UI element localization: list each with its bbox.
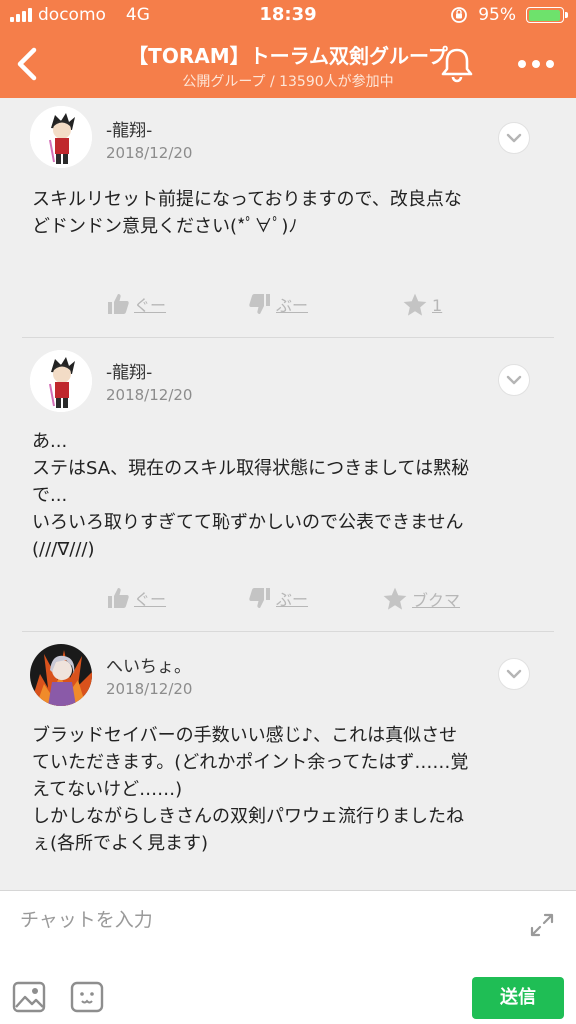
like-label: ぐー (134, 296, 167, 315)
thumbs-down-icon (249, 588, 270, 608)
top-bar: docomo 4G 18:39 95% 【TORAM】トーラム双剣グループ 公開… (0, 0, 576, 98)
post-date: 2018/12/20 (106, 386, 193, 404)
bookmark-button[interactable]: ブクマ (382, 586, 460, 612)
chat-composer: チャットを入力 送信 (0, 890, 576, 1024)
chevron-down-icon (506, 375, 522, 385)
send-button[interactable]: 送信 (472, 977, 564, 1019)
more-menu-button[interactable] (518, 60, 554, 68)
post-username[interactable]: -龍翔- (106, 358, 152, 383)
group-subtitle: 公開グループ / 13590人が参加中 (182, 74, 394, 90)
avatar[interactable] (30, 350, 92, 412)
sticker-icon[interactable] (70, 981, 104, 1013)
expand-icon[interactable] (528, 911, 556, 939)
header-titles: 【TORAM】トーラム双剣グループ 公開グループ / 13590人が参加中 (80, 40, 496, 91)
star-count: 1 (432, 295, 443, 315)
post-actions: ぐー ぶー 1 (0, 292, 576, 322)
notification-bell-icon[interactable] (438, 44, 476, 84)
post-date: 2018/12/20 (106, 144, 193, 162)
dislike-label: ぶー (276, 296, 309, 315)
group-title: 【TORAM】トーラム双剣グループ (128, 44, 448, 68)
dislike-label: ぶー (276, 590, 309, 609)
post-list: -龍翔- 2018/12/20 スキルリセット前提になっておりますので、改良点な… (0, 98, 576, 890)
chat-input[interactable]: チャットを入力 (20, 905, 153, 932)
post-options-button[interactable] (498, 658, 530, 690)
battery-percent: 95% (478, 5, 516, 25)
like-label: ぐー (134, 590, 167, 609)
chevron-down-icon (506, 133, 522, 143)
thumbs-up-icon (108, 294, 129, 314)
post-item: へいちょ。 2018/12/20 ブラッドセイバーの手数いい感じ♪、これは真似さ… (0, 632, 576, 890)
image-icon[interactable] (12, 981, 46, 1013)
bookmark-label: ブクマ (412, 591, 461, 610)
chevron-down-icon (506, 669, 522, 679)
post-username[interactable]: へいちょ。 (106, 652, 191, 677)
avatar[interactable] (30, 106, 92, 168)
orientation-lock-icon (451, 7, 468, 23)
post-item: -龍翔- 2018/12/20 あ... ステはSA、現在のスキル取得状態につき… (0, 338, 576, 632)
post-body: ブラッドセイバーの手数いい感じ♪、これは真似させ ていただきます。(どれかポイン… (32, 725, 469, 854)
post-item: -龍翔- 2018/12/20 スキルリセット前提になっておりますので、改良点な… (0, 98, 576, 338)
post-username[interactable]: -龍翔- (106, 116, 152, 141)
status-bar: docomo 4G 18:39 95% (0, 0, 576, 32)
post-body: あ... ステはSA、現在のスキル取得状態につきましては黙秘 で... いろいろ… (32, 431, 470, 560)
post-body: スキルリセット前提になっておりますので、改良点な どドンドン意見ください(*ﾟ∀… (32, 189, 462, 237)
thumbs-down-icon (249, 294, 270, 314)
like-button[interactable]: ぐー (106, 586, 166, 610)
post-options-button[interactable] (498, 122, 530, 154)
battery-icon (526, 7, 568, 23)
like-button[interactable]: ぐー (106, 292, 166, 316)
star-icon (383, 587, 407, 610)
dislike-button[interactable]: ぶー (248, 586, 308, 610)
thumbs-up-icon (108, 588, 129, 608)
post-date: 2018/12/20 (106, 680, 193, 698)
post-options-button[interactable] (498, 364, 530, 396)
back-button[interactable] (10, 44, 44, 84)
star-icon (403, 293, 427, 316)
dislike-button[interactable]: ぶー (248, 292, 308, 316)
chat-header: 【TORAM】トーラム双剣グループ 公開グループ / 13590人が参加中 (0, 32, 576, 98)
avatar[interactable] (30, 644, 92, 706)
post-actions: ぐー ぶー ブクマ (0, 586, 576, 616)
star-button[interactable]: 1 (402, 292, 442, 318)
